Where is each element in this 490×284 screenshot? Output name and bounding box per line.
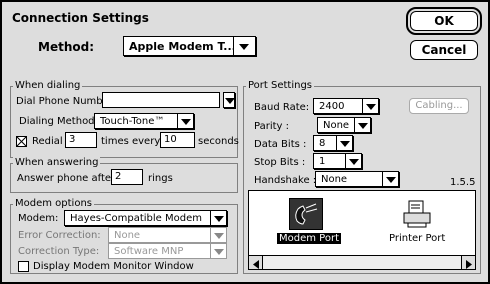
dialog-title: Connection Settings — [12, 11, 149, 25]
dialing-method-label: Dialing Method: — [19, 116, 98, 127]
baud-rate-popup[interactable]: 2400 — [313, 98, 379, 114]
correction-type-popup[interactable]: Software MNP — [108, 243, 227, 259]
connection-settings-dialog: Connection Settings OK Cancel Method: Ap… — [0, 0, 490, 284]
modem-value: Hayes-Compatible Modem — [70, 213, 202, 224]
rings-label: rings — [148, 173, 173, 184]
chevron-down-icon — [336, 136, 352, 150]
redial-label: Redial — [32, 136, 63, 147]
parity-value: None — [323, 120, 350, 131]
parity-label: Parity : — [254, 121, 289, 132]
modem-port-label[interactable]: Modem Port — [277, 233, 341, 244]
port-settings-title: Port Settings — [246, 80, 315, 91]
correction-type-value: Software MNP — [114, 246, 184, 257]
baud-rate-value: 2400 — [319, 101, 345, 112]
chevron-down-icon — [210, 228, 226, 242]
modem-group-title: Modem options — [13, 198, 94, 209]
dialing-method-value: Touch-Tone™ — [100, 116, 165, 127]
chevron-down-icon — [345, 154, 361, 168]
stop-bits-label: Stop Bits : — [254, 157, 306, 168]
printer-port-label[interactable]: Printer Port — [389, 233, 445, 244]
answer-label: Answer phone after — [17, 173, 116, 184]
scroll-left-arrow-icon[interactable] — [249, 256, 263, 269]
chevron-down-icon — [224, 93, 234, 107]
dialing-group-title: When dialing — [13, 80, 83, 91]
seconds-label: seconds — [198, 136, 239, 147]
handshake-popup[interactable]: None — [315, 171, 399, 187]
redial-interval-field[interactable]: 10 — [160, 132, 195, 148]
cabling-button[interactable]: Cabling... — [409, 98, 469, 114]
chevron-down-icon — [354, 118, 370, 132]
modem-monitor-label: Display Modem Monitor Window — [33, 261, 194, 272]
modem-monitor-checkbox[interactable] — [18, 261, 29, 272]
data-bits-label: Data Bits : — [254, 139, 307, 150]
dialing-method-popup[interactable]: Touch-Tone™ — [94, 113, 194, 129]
chevron-down-icon — [177, 114, 193, 128]
data-bits-value: 8 — [319, 138, 326, 149]
chevron-down-icon — [210, 244, 226, 258]
error-correction-label: Error Correction: — [18, 230, 101, 241]
method-label: Method: — [38, 40, 94, 54]
error-correction-value: None — [114, 230, 141, 241]
stop-bits-popup[interactable]: 1 — [313, 153, 362, 169]
printer-icon[interactable] — [401, 198, 433, 230]
handshake-value: None — [321, 174, 348, 185]
phone-number-field[interactable] — [102, 92, 220, 108]
answer-rings-field[interactable]: 2 — [111, 169, 143, 185]
redial-checkbox[interactable] — [16, 136, 27, 147]
phone-label: Dial Phone Number — [16, 96, 113, 107]
telephone-icon[interactable] — [289, 198, 323, 230]
answering-group-title: When answering — [13, 157, 101, 168]
port-list[interactable]: Modem Port Printer Port — [248, 190, 476, 270]
scroll-right-arrow-icon[interactable] — [461, 256, 475, 269]
chevron-down-icon — [362, 99, 378, 113]
method-popup-value: Apple Modem T... — [129, 40, 236, 53]
correction-type-label: Correction Type: — [18, 246, 100, 257]
chevron-down-icon — [210, 211, 226, 225]
method-popup[interactable]: Apple Modem T... — [123, 36, 256, 56]
chevron-down-icon — [382, 172, 398, 186]
baud-rate-label: Baud Rate: — [254, 102, 310, 113]
stop-bits-value: 1 — [319, 156, 326, 167]
port-list-scrollbar[interactable] — [249, 255, 475, 269]
version-label: 1.5.5 — [450, 177, 476, 188]
ok-button[interactable]: OK — [406, 7, 482, 35]
error-correction-popup[interactable]: None — [108, 227, 227, 243]
times-every-label: times every — [101, 136, 161, 147]
cancel-button[interactable]: Cancel — [410, 40, 478, 60]
parity-popup[interactable]: None — [317, 117, 371, 133]
chevron-down-icon — [233, 37, 255, 55]
handshake-label: Handshake : — [254, 175, 317, 186]
modem-popup[interactable]: Hayes-Compatible Modem — [64, 210, 227, 226]
redial-count-field[interactable]: 3 — [65, 132, 97, 148]
phone-history-popup[interactable] — [223, 92, 235, 108]
modem-label: Modem: — [18, 213, 59, 224]
data-bits-popup[interactable]: 8 — [313, 135, 353, 151]
